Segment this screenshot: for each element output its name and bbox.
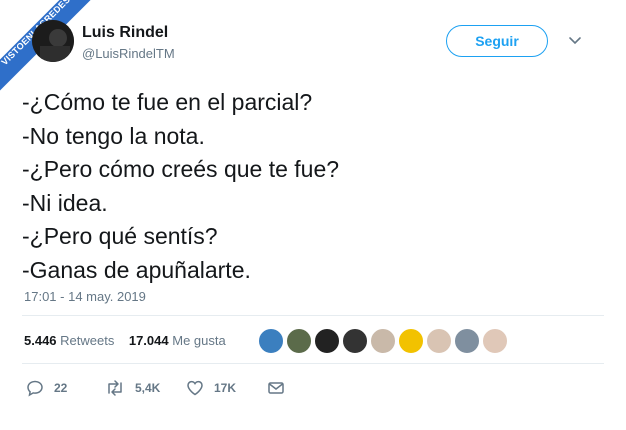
divider bbox=[22, 315, 604, 316]
reply-action[interactable]: 22 bbox=[26, 378, 67, 398]
avatar[interactable] bbox=[32, 20, 74, 62]
avatar-image bbox=[32, 20, 74, 62]
display-name[interactable]: Luis Rindel bbox=[82, 24, 168, 42]
engagement-stats: 5.446 Retweets 17.044 Me gusta bbox=[24, 333, 226, 348]
liker-avatar[interactable] bbox=[482, 328, 508, 354]
tweet-line: -Ni idea. bbox=[22, 189, 108, 216]
divider bbox=[22, 363, 604, 364]
like-action[interactable]: 17K bbox=[186, 378, 236, 398]
retweet-count: 5,4K bbox=[135, 381, 161, 395]
liker-avatar[interactable] bbox=[398, 328, 424, 354]
liker-avatar[interactable] bbox=[426, 328, 452, 354]
tweet-line: -Ganas de apuñalarte. bbox=[22, 256, 251, 283]
reply-icon bbox=[27, 380, 43, 397]
envelope-icon bbox=[268, 382, 284, 394]
reply-count: 22 bbox=[54, 381, 68, 395]
tweet-line: -¿Pero qué sentís? bbox=[22, 223, 218, 250]
follow-button[interactable]: Seguir bbox=[446, 25, 548, 57]
retweet-action[interactable]: 5,4K bbox=[105, 378, 160, 398]
tweet-timestamp[interactable]: 17:01 - 14 may. 2019 bbox=[24, 289, 146, 304]
user-handle[interactable]: @LuisRindelTM bbox=[82, 46, 175, 61]
likes-count: 17.044 bbox=[128, 333, 169, 348]
liker-avatar[interactable] bbox=[286, 328, 312, 354]
heart-icon bbox=[187, 380, 203, 396]
liker-avatar[interactable] bbox=[454, 328, 480, 354]
tweet-line: -¿Cómo te fue en el parcial? bbox=[22, 89, 313, 115]
retweet-icon bbox=[108, 380, 122, 396]
tweet-line: -No tengo la nota. bbox=[22, 122, 205, 149]
liker-avatar[interactable] bbox=[342, 328, 368, 354]
liker-avatar[interactable] bbox=[314, 328, 340, 354]
tweet-text: -¿Cómo te fue en el parcial? -No tengo l… bbox=[22, 86, 339, 288]
like-count: 17K bbox=[214, 381, 237, 395]
tweet-line: -¿Pero cómo creés que te fue? bbox=[22, 156, 340, 183]
chevron-down-icon[interactable] bbox=[568, 34, 582, 48]
retweets-label: Retweets bbox=[60, 333, 115, 348]
likes-label: Me gusta bbox=[172, 333, 226, 348]
liker-avatar[interactable] bbox=[258, 328, 284, 354]
retweets-stat[interactable]: 5.446 Retweets bbox=[24, 333, 118, 348]
retweets-count: 5.446 bbox=[24, 333, 57, 348]
liker-avatar[interactable] bbox=[370, 328, 396, 354]
message-action[interactable] bbox=[267, 378, 295, 398]
likes-stat[interactable]: 17.044 Me gusta bbox=[129, 333, 226, 348]
